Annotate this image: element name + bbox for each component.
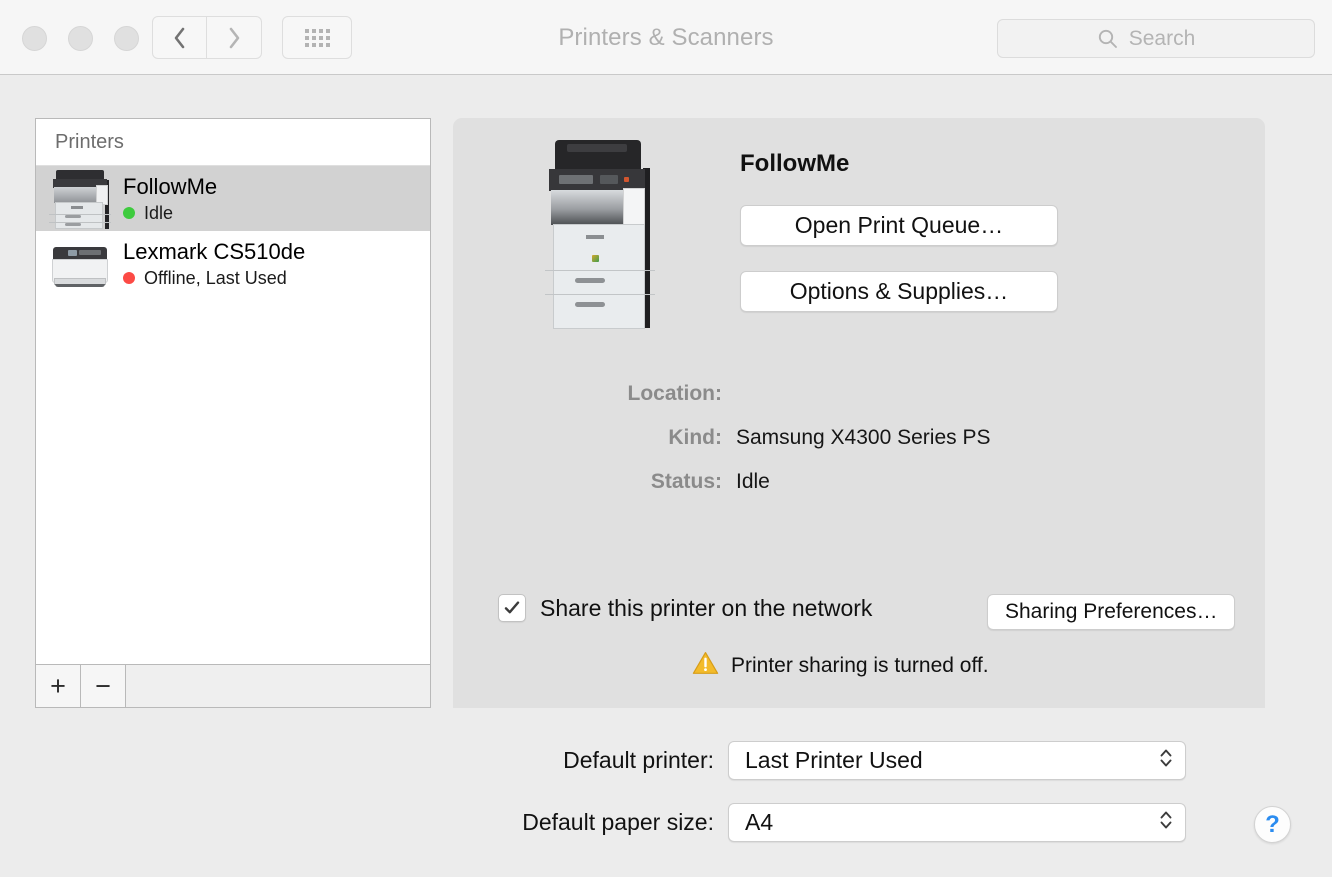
remove-printer-button[interactable]: − [81, 665, 126, 707]
help-button[interactable]: ? [1254, 806, 1291, 843]
window-titlebar: Printers & Scanners Search [0, 0, 1332, 75]
multifunction-printer-icon [49, 168, 111, 230]
info-value-kind: Samsung X4300 Series PS [736, 426, 991, 449]
default-paper-size-value: A4 [745, 809, 774, 835]
status-dot-idle [123, 206, 135, 219]
printer-list-item-lexmark[interactable]: Lexmark CS510de Offline, Last Used [36, 231, 430, 296]
default-paper-size-select[interactable]: A4 [728, 803, 1186, 842]
info-row-kind: Kind: Samsung X4300 Series PS [453, 426, 1265, 450]
info-value-status: Idle [736, 470, 770, 493]
printer-status: Idle [123, 202, 217, 224]
warning-triangle-icon [692, 651, 719, 680]
printer-name: FollowMe [123, 173, 218, 199]
info-label-location: Location: [627, 382, 723, 405]
multifunction-printer-image [545, 140, 655, 335]
share-printer-row[interactable]: Share this printer on the network [498, 594, 872, 622]
printer-name: Lexmark CS510de [123, 238, 306, 264]
default-paper-size-row: Default paper size: A4 [0, 803, 1186, 842]
printers-list[interactable]: Printers FollowMe Idle Lexmark CS510de O… [35, 118, 431, 665]
search-field[interactable]: Search [997, 19, 1315, 58]
info-row-status: Status: Idle [453, 470, 1265, 494]
chevron-updown-icon [1159, 808, 1173, 838]
open-print-queue-button[interactable]: Open Print Queue… [740, 205, 1058, 246]
default-paper-size-label: Default paper size: [522, 809, 714, 835]
search-icon [1097, 28, 1119, 50]
default-printer-label: Default printer: [563, 747, 714, 773]
sharing-warning-text: Printer sharing is turned off. [731, 653, 989, 677]
printer-detail-pane: FollowMe Open Print Queue… Options & Sup… [453, 118, 1265, 708]
checkmark-icon [504, 601, 520, 614]
add-printer-button[interactable]: + [36, 665, 81, 707]
info-row-location: Location: [453, 382, 1265, 406]
printer-list-item-followme[interactable]: FollowMe Idle [36, 166, 430, 231]
printers-list-toolbar: + − [35, 665, 431, 708]
default-printer-value: Last Printer Used [745, 747, 923, 773]
printer-status-label: Offline, Last Used [144, 267, 287, 288]
status-dot-offline [123, 271, 135, 284]
info-label-status: Status: [650, 470, 722, 493]
info-label-kind: Kind: [668, 426, 722, 449]
preferences-window: Printers & Scanners Search Printers Foll… [0, 0, 1332, 877]
options-and-supplies-button[interactable]: Options & Supplies… [740, 271, 1058, 312]
share-printer-label: Share this printer on the network [540, 594, 873, 621]
sharing-warning: Printer sharing is turned off. [692, 651, 989, 680]
laser-printer-icon [49, 233, 111, 295]
printer-status-label: Idle [144, 202, 174, 223]
detail-printer-name: FollowMe [740, 150, 850, 177]
search-input[interactable]: Search [1129, 27, 1196, 51]
sharing-preferences-button[interactable]: Sharing Preferences… [987, 594, 1236, 630]
default-printer-row: Default printer: Last Printer Used [0, 741, 1186, 780]
default-printer-select[interactable]: Last Printer Used [728, 741, 1186, 780]
printer-status: Offline, Last Used [123, 267, 305, 289]
share-printer-checkbox[interactable] [498, 594, 526, 622]
printers-list-header: Printers [36, 119, 430, 166]
chevron-updown-icon [1159, 746, 1173, 776]
